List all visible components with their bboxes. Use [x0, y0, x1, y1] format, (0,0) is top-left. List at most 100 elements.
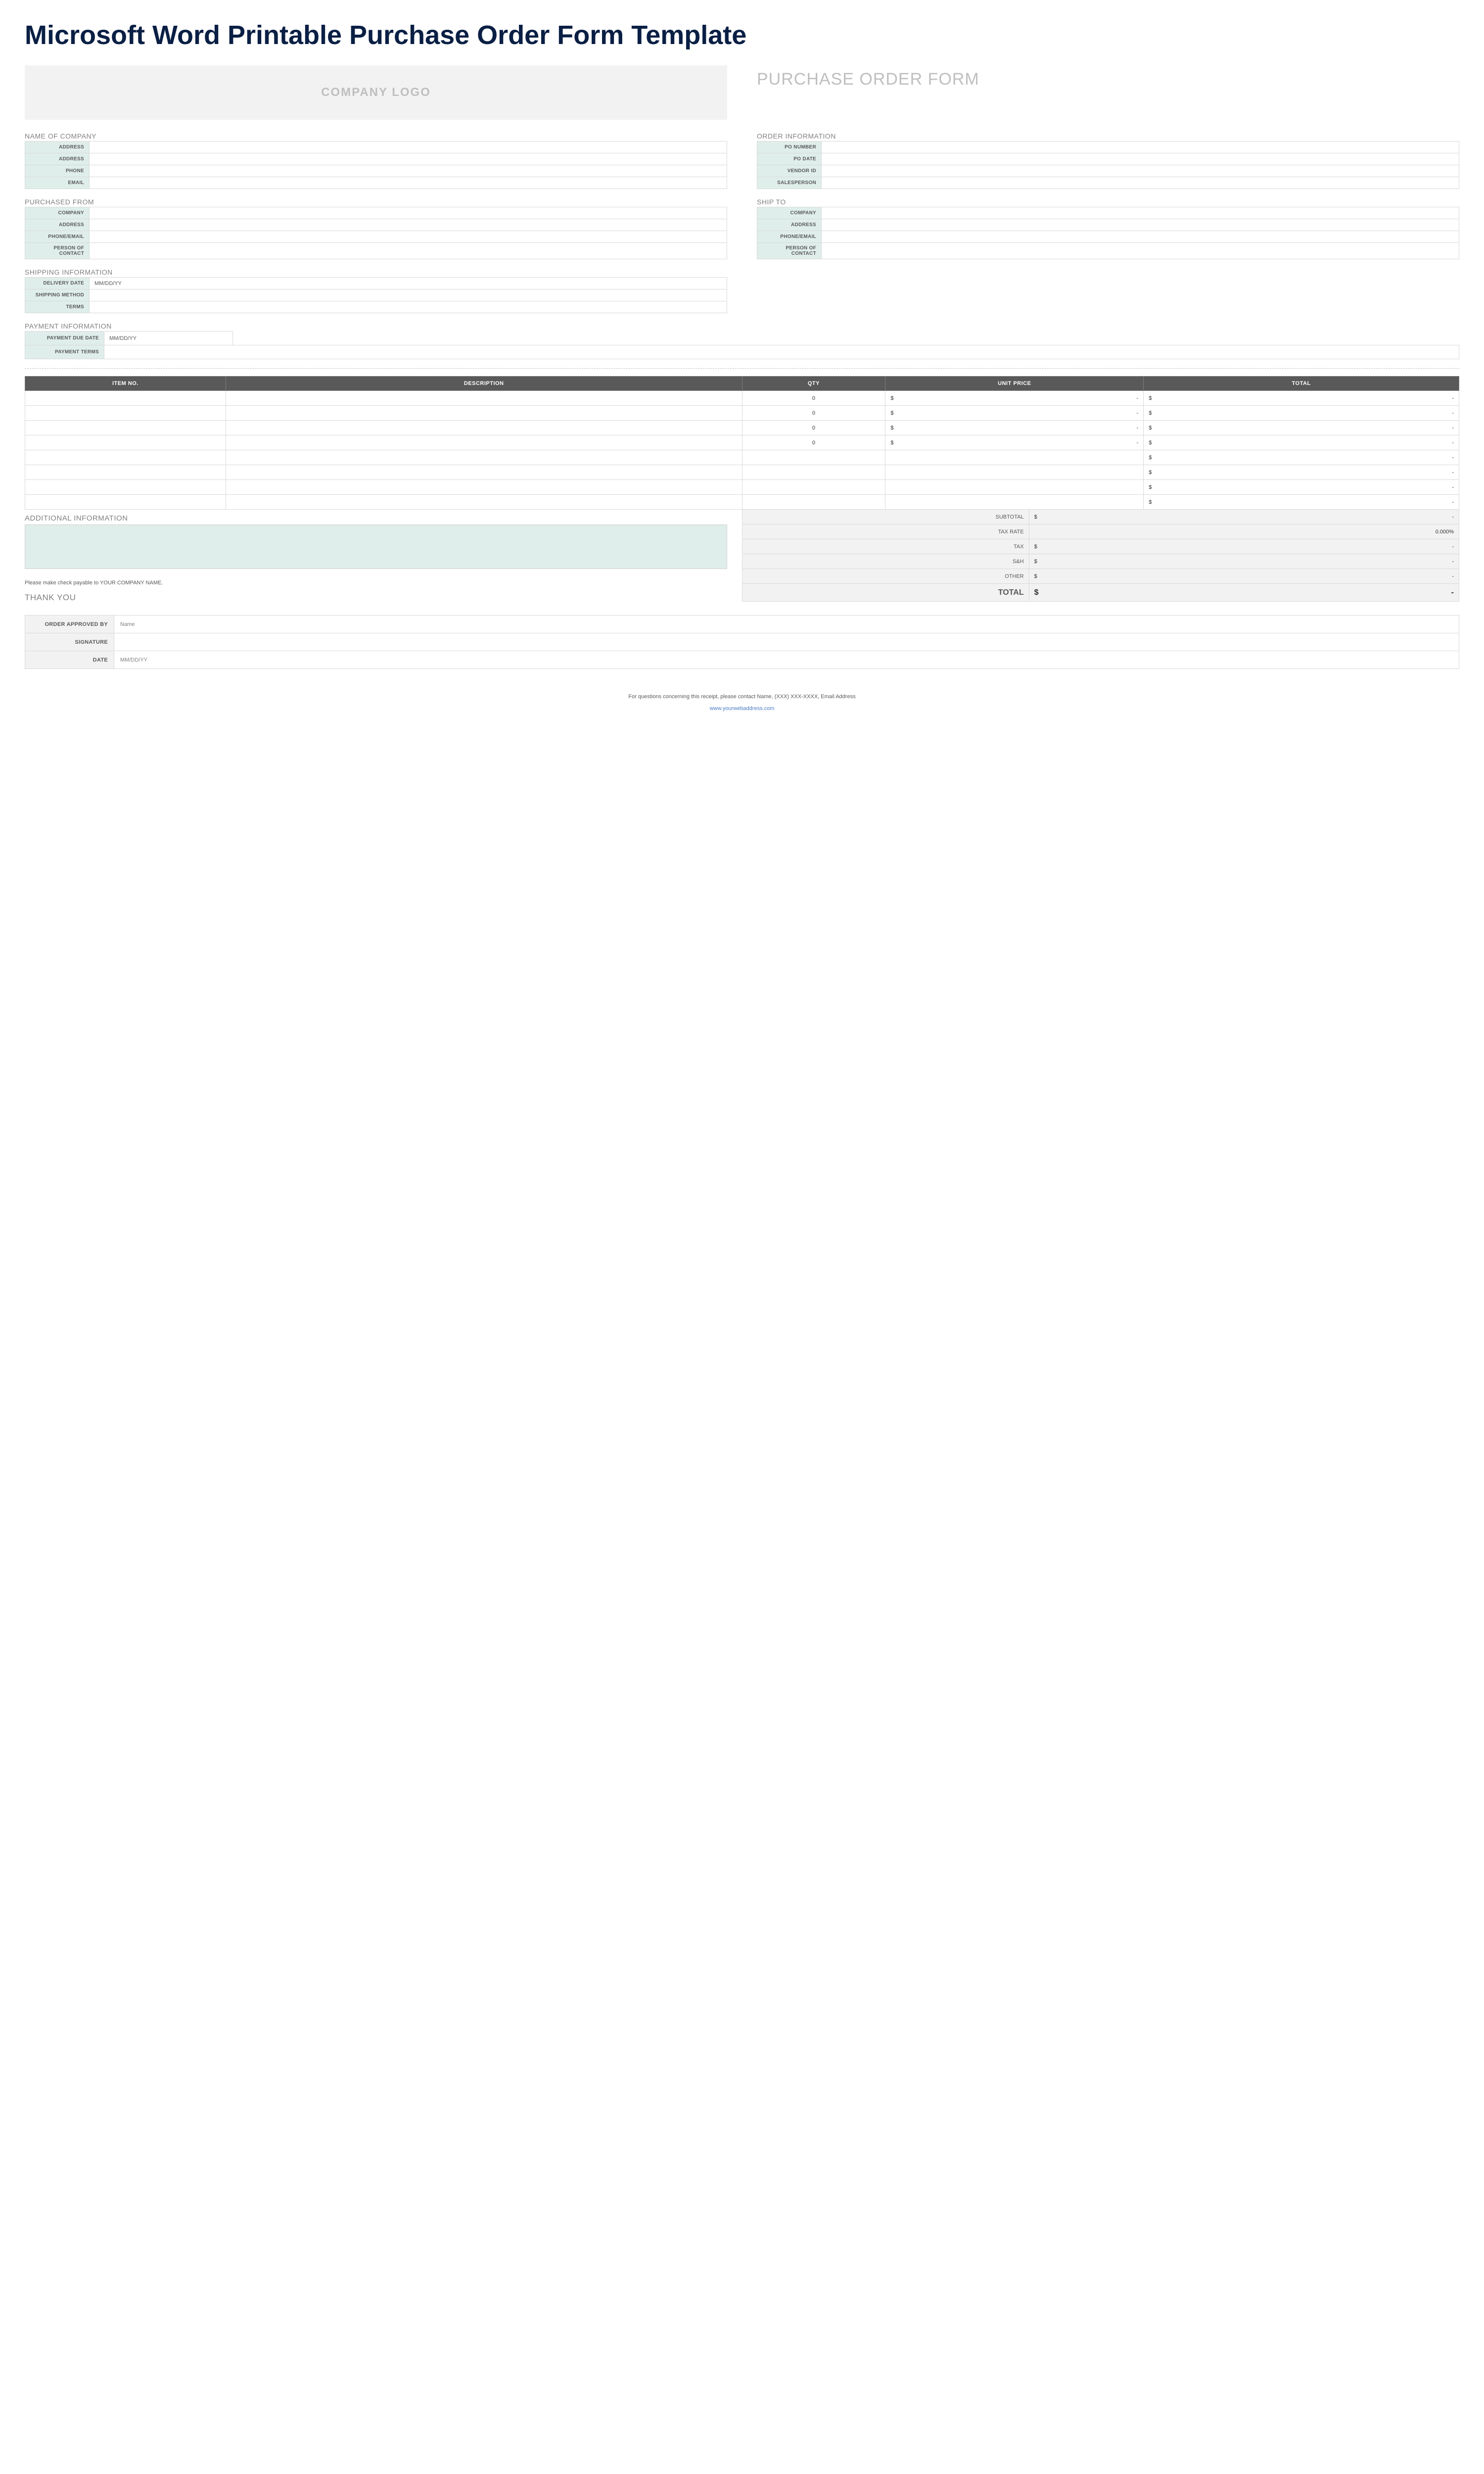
item-qty-cell — [742, 495, 885, 510]
order-info-label: PO DATE — [757, 153, 822, 165]
purchased-from-value — [90, 219, 727, 231]
item-description-cell — [226, 480, 742, 495]
totals-grand-value: $- — [1029, 584, 1459, 602]
item-no-cell — [25, 421, 226, 435]
shipping-label: DELIVERY DATE — [25, 278, 90, 289]
totals-row: OTHER$- — [742, 569, 1459, 584]
purchased-from-label: PHONE/EMAIL — [25, 231, 90, 243]
company-value — [90, 153, 727, 165]
item-row: $- — [25, 450, 1459, 465]
purchased-from-row: PERSON OF CONTACT — [25, 243, 727, 259]
purchased-from-row: COMPANY — [25, 207, 727, 219]
footer-link[interactable]: www.yourwebaddress.com — [25, 706, 1459, 712]
item-row: 0$-$- — [25, 391, 1459, 406]
totals-label: OTHER — [742, 569, 1029, 584]
footer-contact: For questions concerning this receipt, p… — [25, 694, 1459, 700]
ship-to-label: ADDRESS — [757, 219, 822, 231]
ship-to-row: ADDRESS — [757, 219, 1459, 231]
company-row: EMAIL — [25, 177, 727, 189]
items-header-description: DESCRIPTION — [226, 377, 742, 391]
company-section-label: NAME OF COMPANY — [25, 132, 727, 140]
approval-row: DATEMM/DD/YY — [25, 651, 1459, 669]
order-info-value — [822, 153, 1459, 165]
item-description-cell — [226, 391, 742, 406]
company-table: ADDRESSADDRESSPHONEEMAIL — [25, 141, 727, 189]
items-header-unit-price: UNIT PRICE — [885, 377, 1144, 391]
totals-value: 0.000% — [1029, 524, 1459, 539]
totals-grand-label: TOTAL — [742, 584, 1029, 602]
company-label: ADDRESS — [25, 142, 90, 153]
item-unit-price-cell: $- — [885, 435, 1144, 450]
items-header-total: TOTAL — [1144, 377, 1459, 391]
item-row: 0$-$- — [25, 421, 1459, 435]
item-description-cell — [226, 495, 742, 510]
purchased-from-section-label: PURCHASED FROM — [25, 198, 727, 206]
totals-value: $- — [1029, 554, 1459, 569]
item-unit-price-cell — [885, 495, 1144, 510]
approval-value: Name — [114, 616, 1459, 633]
item-description-cell — [226, 450, 742, 465]
ship-to-value — [822, 219, 1459, 231]
payment-table: PAYMENT DUE DATE MM/DD/YY PAYMENT TERMS — [25, 331, 1459, 359]
approval-value — [114, 633, 1459, 651]
payment-row: PAYMENT TERMS — [25, 345, 1459, 359]
item-row: 0$-$- — [25, 435, 1459, 450]
order-info-label: VENDOR ID — [757, 165, 822, 177]
ship-to-row: PHONE/EMAIL — [757, 231, 1459, 243]
ship-to-value — [822, 231, 1459, 243]
company-row: ADDRESS — [25, 142, 727, 153]
page-title: Microsoft Word Printable Purchase Order … — [25, 20, 1459, 50]
additional-info-label: ADDITIONAL INFORMATION — [25, 514, 727, 523]
company-value — [90, 177, 727, 189]
payment-section-label: PAYMENT INFORMATION — [25, 322, 1459, 330]
item-no-cell — [25, 450, 226, 465]
item-qty-cell: 0 — [742, 406, 885, 421]
item-total-cell: $- — [1144, 480, 1459, 495]
item-no-cell — [25, 480, 226, 495]
ship-to-value — [822, 207, 1459, 219]
item-description-cell — [226, 465, 742, 480]
company-label: PHONE — [25, 165, 90, 177]
ship-to-label: COMPANY — [757, 207, 822, 219]
item-total-cell: $- — [1144, 391, 1459, 406]
item-no-cell — [25, 406, 226, 421]
purchased-from-row: ADDRESS — [25, 219, 727, 231]
ship-to-section-label: SHIP TO — [757, 198, 1459, 206]
item-total-cell: $- — [1144, 495, 1459, 510]
approval-label: ORDER APPROVED BY — [25, 616, 114, 633]
check-payable-note: Please make check payable to YOUR COMPAN… — [25, 580, 727, 586]
additional-info-box — [25, 524, 727, 569]
shipping-table: DELIVERY DATEMM/DD/YYSHIPPING METHODTERM… — [25, 277, 727, 313]
totals-row: TAX RATE0.000% — [742, 524, 1459, 539]
ship-to-row: COMPANY — [757, 207, 1459, 219]
item-description-cell — [226, 435, 742, 450]
item-qty-cell — [742, 480, 885, 495]
shipping-value — [90, 289, 727, 301]
totals-grand-row: TOTAL$- — [742, 584, 1459, 602]
purchased-from-label: COMPANY — [25, 207, 90, 219]
order-info-row: PO NUMBER — [757, 142, 1459, 153]
order-info-section-label: ORDER INFORMATION — [757, 132, 1459, 140]
item-total-cell: $- — [1144, 421, 1459, 435]
approval-label: SIGNATURE — [25, 633, 114, 651]
order-info-label: SALESPERSON — [757, 177, 822, 189]
item-total-cell: $- — [1144, 465, 1459, 480]
item-no-cell — [25, 391, 226, 406]
company-value — [90, 142, 727, 153]
item-description-cell — [226, 421, 742, 435]
approval-row: SIGNATURE — [25, 633, 1459, 651]
order-info-table: PO NUMBERPO DATEVENDOR IDSALESPERSON — [757, 141, 1459, 189]
order-info-label: PO NUMBER — [757, 142, 822, 153]
divider — [25, 368, 1459, 369]
company-value — [90, 165, 727, 177]
payment-due-date-value: MM/DD/YY — [104, 332, 233, 345]
shipping-section-label: SHIPPING INFORMATION — [25, 268, 727, 276]
payment-terms-value — [104, 345, 1459, 359]
item-unit-price-cell — [885, 450, 1144, 465]
shipping-row: DELIVERY DATEMM/DD/YY — [25, 278, 727, 289]
totals-label: TAX — [742, 539, 1029, 554]
totals-table: SUBTOTAL$-TAX RATE0.000%TAX$-S&H$-OTHER$… — [742, 509, 1459, 602]
item-no-cell — [25, 465, 226, 480]
order-info-row: VENDOR ID — [757, 165, 1459, 177]
item-unit-price-cell — [885, 480, 1144, 495]
